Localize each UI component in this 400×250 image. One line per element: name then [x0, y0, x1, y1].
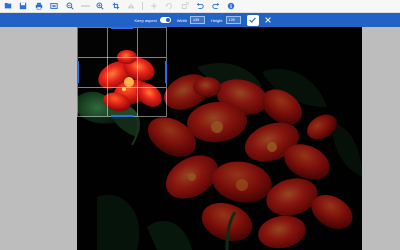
fit-icon[interactable] [50, 2, 59, 11]
crop-handle-right[interactable] [165, 61, 167, 83]
crop-handle-top[interactable] [111, 27, 133, 29]
height-input[interactable] [225, 16, 241, 24]
close-icon [264, 17, 271, 23]
crop-gridline [78, 87, 166, 88]
crop-handle-bottom[interactable] [111, 115, 133, 117]
save-icon[interactable] [19, 2, 28, 11]
zoom-level [80, 4, 90, 9]
height-label: Height [210, 17, 223, 23]
width-input[interactable] [189, 16, 205, 24]
zoom-in-icon[interactable] [96, 2, 105, 11]
print-icon[interactable] [34, 2, 43, 11]
checkmark-icon [249, 17, 256, 23]
close-crop-button[interactable] [264, 16, 272, 24]
toggle-knob [165, 18, 170, 22]
info-icon[interactable] [227, 2, 236, 11]
undo-icon[interactable] [196, 2, 205, 11]
flip-icon[interactable] [127, 2, 136, 11]
zoom-out-icon[interactable] [65, 2, 74, 11]
transform-icon[interactable] [180, 2, 189, 11]
width-label: Width [176, 17, 187, 23]
keep-aspect-toggle[interactable] [159, 17, 171, 23]
height-group: Height [211, 16, 241, 24]
open-icon[interactable] [3, 2, 12, 11]
crop-gridline [107, 28, 108, 116]
redo-icon[interactable] [211, 2, 220, 11]
crop-gridline [78, 57, 166, 58]
rotate-icon[interactable] [165, 2, 174, 11]
image-canvas[interactable] [77, 27, 362, 250]
crop-options-bar: Keep aspect Width Height [0, 13, 400, 27]
toolbar-divider [142, 2, 143, 10]
crop-selection[interactable] [77, 27, 167, 117]
apply-crop-button[interactable] [246, 14, 259, 26]
crop-gridline [137, 28, 138, 116]
keep-aspect-label: Keep aspect [134, 17, 157, 23]
main-toolbar [0, 0, 400, 13]
width-group: Width [177, 16, 205, 24]
crop-icon[interactable] [111, 2, 120, 11]
crop-handle-left[interactable] [77, 61, 79, 83]
add-icon[interactable] [149, 2, 158, 11]
keep-aspect-group: Keep aspect [134, 17, 171, 23]
